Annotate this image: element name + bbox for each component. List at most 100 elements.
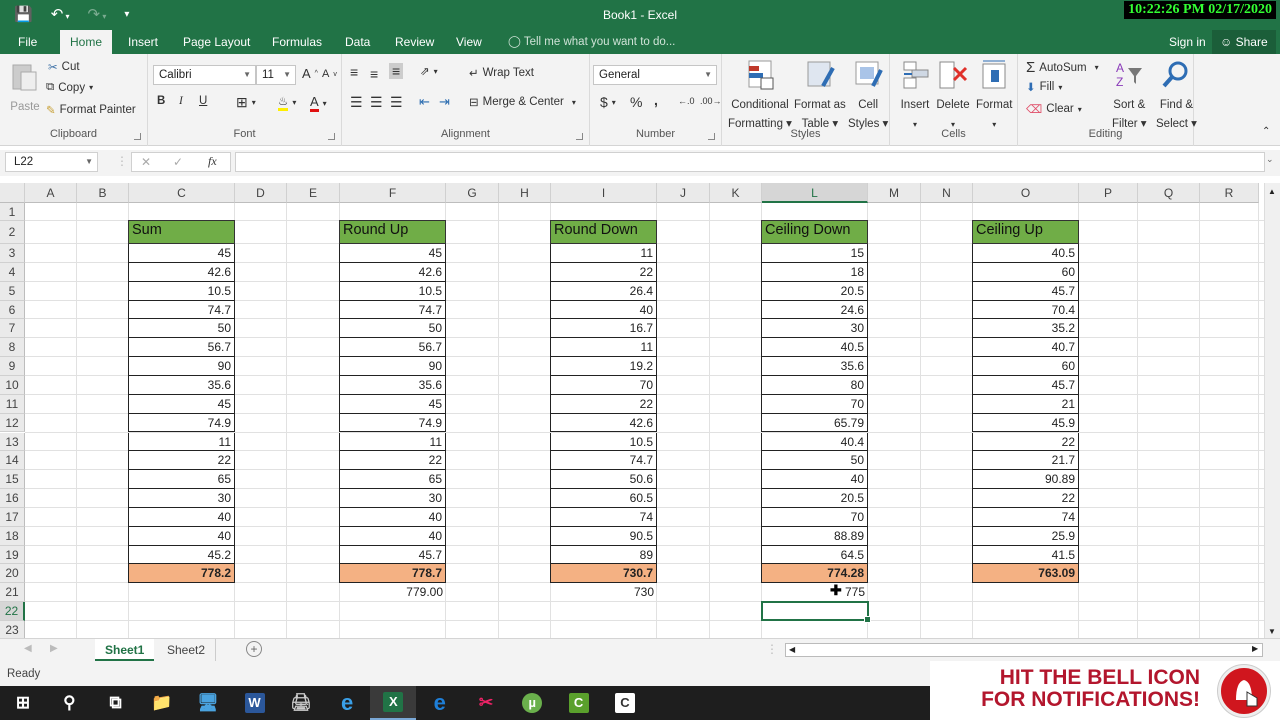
autosum-button[interactable]: Σ AutoSum ▾ xyxy=(1026,59,1099,76)
fill-color-button[interactable]: ♨ ▾ xyxy=(278,94,296,111)
ceiling-up-value-cell[interactable]: 60 xyxy=(972,357,1079,376)
taskbar-search[interactable]: ⚲ xyxy=(46,686,92,720)
round-up-value-cell[interactable]: 30 xyxy=(339,489,446,508)
expand-formula-bar-icon[interactable]: ⌄ xyxy=(1266,154,1274,165)
round-down-value-cell[interactable]: 16.7 xyxy=(550,319,657,339)
formula-input[interactable] xyxy=(235,152,1265,172)
column-header-q[interactable]: Q xyxy=(1138,183,1200,203)
column-header-i[interactable]: I xyxy=(551,183,657,203)
bold-button[interactable]: B xyxy=(157,95,165,107)
column-header-r[interactable]: R xyxy=(1200,183,1259,203)
top-align-button[interactable]: ≡ xyxy=(350,64,358,80)
underline-button[interactable]: U xyxy=(199,95,207,107)
row-header-11[interactable]: 11 xyxy=(0,394,25,414)
round-down-total-cell[interactable]: 730.7 xyxy=(550,564,657,584)
insert-cells-button[interactable]: Insert ▾ xyxy=(898,58,932,132)
ceiling-up-value-cell[interactable]: 40.7 xyxy=(972,338,1079,358)
sum-value-cell[interactable]: 10.5 xyxy=(128,281,235,301)
ceiling-up-value-cell[interactable]: 60 xyxy=(972,262,1079,282)
round-up-value-cell[interactable]: 45.7 xyxy=(339,545,446,565)
wrap-text-button[interactable]: ↵ Wrap Text xyxy=(469,66,534,80)
sum-value-cell[interactable]: 74.7 xyxy=(128,300,235,320)
sum-value-cell[interactable]: 30 xyxy=(128,489,235,508)
merge-center-button[interactable]: ⊟ Merge & Center ▾ xyxy=(469,95,576,109)
column-header-j[interactable]: J xyxy=(657,183,710,203)
decrease-decimal-button[interactable]: .00→ xyxy=(700,96,722,106)
round-down-value-cell[interactable]: 42.6 xyxy=(550,413,657,433)
row-header-20[interactable]: 20 xyxy=(0,564,25,584)
worksheet-grid[interactable]: ABCDEFGHIJKLMNOPQR 1 2 3 4 5 6 7 8 9 10 11 12 13 14 15… xyxy=(0,183,1264,640)
ceiling-down-value-cell[interactable]: 40.5 xyxy=(761,338,868,358)
round-up-value-cell[interactable]: 56.7 xyxy=(339,338,446,358)
ceiling-down-rounded-result-cell[interactable]: 775 xyxy=(761,583,868,602)
taskbar-file-explorer[interactable]: 📁 xyxy=(139,686,185,720)
ceiling-down-value-cell[interactable]: 88.89 xyxy=(761,526,868,546)
row-header-14[interactable]: 14 xyxy=(0,451,25,471)
round-down-value-cell[interactable]: 70 xyxy=(550,375,657,395)
percent-button[interactable]: % xyxy=(630,94,642,110)
align-right-button[interactable]: ☰ xyxy=(390,94,403,111)
round-up-total-cell[interactable]: 778.7 xyxy=(339,564,446,584)
column-header-d[interactable]: D xyxy=(235,183,287,203)
ceiling-up-value-cell[interactable]: 74 xyxy=(972,507,1079,527)
ceiling-up-header-cell[interactable]: Ceiling Up xyxy=(972,220,1079,244)
row-header-8[interactable]: 8 xyxy=(0,338,25,358)
column-header-l[interactable]: L xyxy=(762,183,868,203)
round-up-value-cell[interactable]: 35.6 xyxy=(339,375,446,395)
sum-value-cell[interactable]: 11 xyxy=(128,432,235,452)
sum-value-cell[interactable]: 50 xyxy=(128,319,235,339)
round-up-value-cell[interactable]: 40 xyxy=(339,526,446,546)
column-header-m[interactable]: M xyxy=(868,183,921,203)
row-header-3[interactable]: 3 xyxy=(0,244,25,263)
round-up-value-cell[interactable]: 74.7 xyxy=(339,300,446,320)
scroll-down-icon[interactable]: ▼ xyxy=(1268,627,1276,636)
tab-formulas[interactable]: Formulas xyxy=(272,30,322,54)
ceiling-down-value-cell[interactable]: 65.79 xyxy=(761,413,868,433)
prev-sheet-icon[interactable]: ◀ xyxy=(24,643,32,654)
sum-value-cell[interactable]: 42.6 xyxy=(128,262,235,282)
scroll-left-icon[interactable]: ◀ xyxy=(789,645,795,654)
sum-header-cell[interactable]: Sum xyxy=(128,220,235,244)
sum-value-cell[interactable]: 90 xyxy=(128,357,235,376)
find-select-button[interactable]: Find & Select ▾ xyxy=(1156,58,1197,132)
sheet-tab-sheet1[interactable]: Sheet1 xyxy=(95,639,155,661)
orientation-button[interactable]: ⇗ ▾ xyxy=(420,64,438,78)
bell-icon[interactable] xyxy=(1218,665,1270,717)
round-down-value-cell[interactable]: 74.7 xyxy=(550,451,657,471)
round-down-header-cell[interactable]: Round Down xyxy=(550,220,657,244)
middle-align-button[interactable]: ≡ xyxy=(370,66,378,82)
taskbar-network[interactable]: 🖥 xyxy=(185,686,231,720)
bottom-align-button[interactable]: ≡ xyxy=(389,63,404,79)
next-sheet-icon[interactable]: ▶ xyxy=(50,643,58,654)
round-down-value-cell[interactable]: 60.5 xyxy=(550,489,657,508)
taskbar-camtasia[interactable]: C xyxy=(556,686,602,720)
column-header-f[interactable]: F xyxy=(340,183,446,203)
row-header-16[interactable]: 16 xyxy=(0,489,25,508)
collapse-ribbon-icon[interactable]: ⌃ xyxy=(1262,126,1270,137)
ceiling-down-value-cell[interactable]: 30 xyxy=(761,319,868,339)
taskbar-utorrent[interactable]: µ xyxy=(509,686,555,720)
ceiling-down-value-cell[interactable]: 20.5 xyxy=(761,281,868,301)
sum-value-cell[interactable]: 45 xyxy=(128,394,235,414)
ceiling-up-value-cell[interactable]: 41.5 xyxy=(972,545,1079,565)
sheet-tab-sheet2[interactable]: Sheet2 xyxy=(157,639,217,661)
round-down-value-cell[interactable]: 26.4 xyxy=(550,281,657,301)
row-header-17[interactable]: 17 xyxy=(0,507,25,527)
ceiling-down-value-cell[interactable]: 15 xyxy=(761,244,868,263)
name-box[interactable]: L22 ▼ xyxy=(5,152,98,172)
round-down-value-cell[interactable]: 11 xyxy=(550,244,657,263)
grow-font-button[interactable]: A ^ xyxy=(302,66,318,81)
ceiling-down-value-cell[interactable]: 70 xyxy=(761,394,868,414)
taskbar-word[interactable]: W xyxy=(232,686,278,720)
sum-value-cell[interactable]: 40 xyxy=(128,507,235,527)
row-header-18[interactable]: 18 xyxy=(0,526,25,546)
increase-indent-button[interactable]: ⇥ xyxy=(439,94,450,110)
column-header-b[interactable]: B xyxy=(77,183,129,203)
round-down-value-cell[interactable]: 22 xyxy=(550,394,657,414)
sum-value-cell[interactable]: 22 xyxy=(128,451,235,471)
row-header-15[interactable]: 15 xyxy=(0,470,25,490)
sort-filter-button[interactable]: AZ Sort & Filter ▾ xyxy=(1112,58,1147,132)
row-header-22[interactable]: 22 xyxy=(0,602,25,621)
ceiling-down-value-cell[interactable]: 70 xyxy=(761,507,868,527)
copy-button[interactable]: ⧉ Copy ▾ xyxy=(46,81,93,94)
